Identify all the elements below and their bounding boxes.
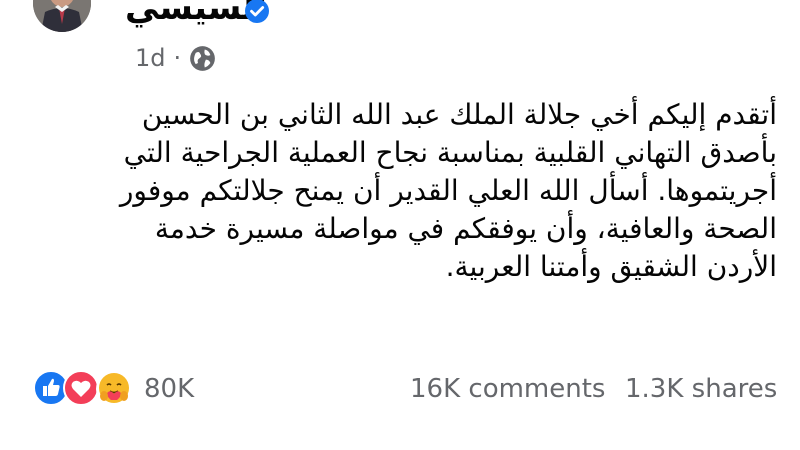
reaction-icons[interactable] — [33, 370, 138, 408]
verified-badge-icon — [244, 0, 270, 24]
post-text-line: الأردن الشقيق وأمتنا العربية. — [445, 250, 777, 283]
post-text-line: بأصدق التهاني القلبية بمناسبة نجاح العمل… — [123, 136, 777, 169]
comments-count[interactable]: 16K comments — [410, 372, 605, 406]
shares-count[interactable]: 1.3K shares — [625, 372, 777, 406]
globe-icon[interactable] — [189, 45, 216, 72]
reactions-bar: 80K 16K comments 1.3K shares — [0, 366, 800, 412]
reactions-count[interactable]: 80K — [144, 372, 194, 406]
post-header: السيسي 1d · — [0, 0, 800, 80]
post-body: أتقدم إليكم أخي جلالة الملك عبد الله الث… — [57, 96, 777, 286]
post-meta: 1d · — [135, 42, 216, 74]
post-text-line: أجريتموها. أسأل الله العلي القدير أن يمن… — [119, 174, 777, 207]
author-avatar[interactable] — [33, 0, 91, 32]
meta-separator: · — [173, 44, 182, 72]
post-text-line: الصحة والعافية، وأن يوفقكم في مواصلة مسي… — [154, 212, 777, 245]
post-text-line: أتقدم إليكم أخي جلالة الملك عبد الله الث… — [141, 98, 777, 131]
post-timestamp[interactable]: 1d — [135, 44, 166, 72]
